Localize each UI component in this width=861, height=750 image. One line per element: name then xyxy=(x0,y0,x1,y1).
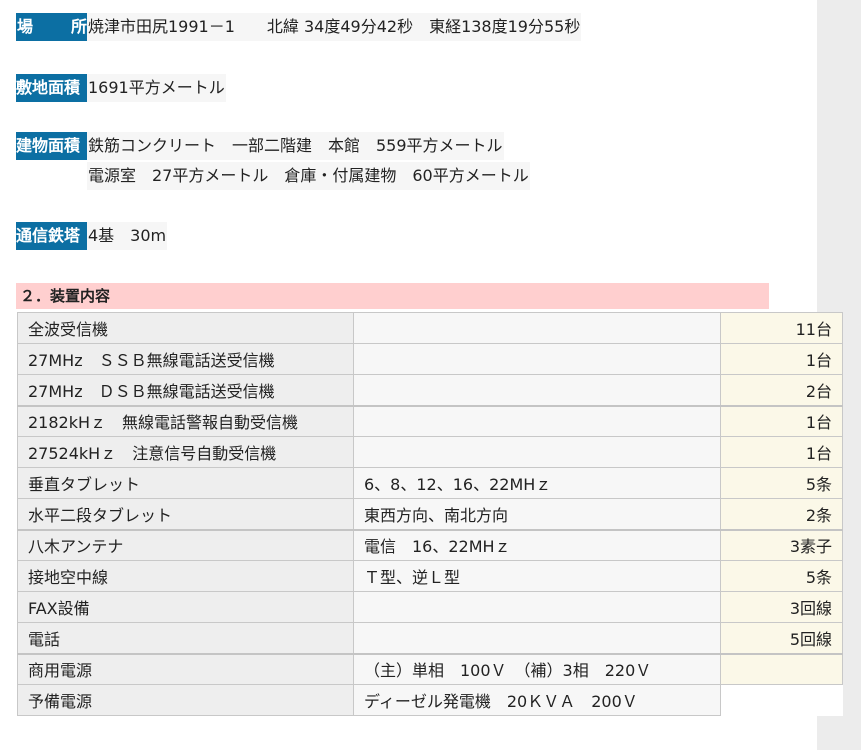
equipment-name-cell: 予備電源 xyxy=(17,684,354,716)
equipment-spec-cell xyxy=(353,343,721,375)
equipment-name-cell: 水平二段タブレット xyxy=(17,498,354,530)
location-label-char-2: 所 xyxy=(70,17,87,36)
equipment-name-cell: FAX設備 xyxy=(17,591,354,623)
equipment-qty-cell: 2台 xyxy=(720,374,843,406)
equipment-spec-cell xyxy=(353,312,721,344)
equipment-spec-cell: 電信 16、22MHｚ xyxy=(353,528,721,561)
location-label-char-1: 場 xyxy=(17,17,34,36)
table-row: 電話 5回線 xyxy=(17,622,843,654)
location-value: 焼津市田尻1991－1 北緯 34度49分42秒 東経138度19分55秒 xyxy=(87,13,582,41)
table-row: 2182kHｚ 無線電話警報自動受信機 1台 xyxy=(17,404,843,437)
equipment-name-cell: 27MHz ＤＳＢ無線電話送受信機 xyxy=(17,374,354,406)
equipment-spec-cell xyxy=(353,591,721,623)
equipment-spec-cell xyxy=(353,436,721,468)
table-row: 27524kHｚ 注意信号自動受信機 1台 xyxy=(17,436,843,468)
equipment-spec-cell xyxy=(353,404,721,437)
building-area-label: 建物面積 xyxy=(16,132,87,160)
equipment-qty-cell: 5条 xyxy=(720,560,843,592)
equipment-qty-cell xyxy=(720,684,843,716)
table-row: 垂直タブレット 6、8、12、16、22MHｚ 5条 xyxy=(17,467,843,499)
location-label: 場 所 xyxy=(16,13,87,41)
site-area-row: 敷地面積 1691平方メートル xyxy=(16,74,226,104)
equipment-qty-cell: 1台 xyxy=(720,404,843,437)
equipment-qty-cell: 3回線 xyxy=(720,591,843,623)
building-area-value-1: 鉄筋コンクリート 一部二階建 本館 559平方メートル xyxy=(87,132,504,160)
equipment-name-cell: 八木アンテナ xyxy=(17,528,354,561)
towers-row: 通信鉄塔 4基 30m xyxy=(16,222,168,252)
table-row: FAX設備 3回線 xyxy=(17,591,843,623)
equipment-spec-cell xyxy=(353,374,721,406)
equipment-qty-cell: 1台 xyxy=(720,436,843,468)
site-area-values: 1691平方メートル xyxy=(87,74,226,104)
equipment-spec-cell: ディーゼル発電機 20ＫＶＡ 200Ｖ xyxy=(353,684,721,716)
table-row: 予備電源 ディーゼル発電機 20ＫＶＡ 200Ｖ xyxy=(17,684,843,716)
equipment-qty-cell xyxy=(720,652,843,685)
equipment-spec-cell: 東西方向、南北方向 xyxy=(353,498,721,530)
site-area-label: 敷地面積 xyxy=(16,74,87,102)
equipment-qty-cell: 5条 xyxy=(720,467,843,499)
equipment-name-cell: 電話 xyxy=(17,622,354,654)
equipment-qty-cell: 11台 xyxy=(720,312,843,344)
equipment-spec-cell: 6、8、12、16、22MHｚ xyxy=(353,467,721,499)
equipment-name-cell: 全波受信機 xyxy=(17,312,354,344)
equipment-spec-cell: Ｔ型、逆Ｌ型 xyxy=(353,560,721,592)
equipment-name-cell: 27MHz ＳＳＢ無線電話送受信機 xyxy=(17,343,354,375)
equipment-spec-cell: （主）単相 100Ｖ （補）3相 220Ｖ xyxy=(353,652,721,685)
table-row: 商用電源 （主）単相 100Ｖ （補）3相 220Ｖ xyxy=(17,652,843,685)
equipment-name-cell: 垂直タブレット xyxy=(17,467,354,499)
equipment-qty-cell: 3素子 xyxy=(720,528,843,561)
equipment-name-cell: 接地空中線 xyxy=(17,560,354,592)
location-values: 焼津市田尻1991－1 北緯 34度49分42秒 東経138度19分55秒 xyxy=(87,13,582,43)
towers-values: 4基 30m xyxy=(87,222,168,252)
equipment-spec-cell xyxy=(353,622,721,654)
building-area-value-2: 電源室 27平方メートル 倉庫・付属建物 60平方メートル xyxy=(87,162,530,190)
equipment-name-cell: 2182kHｚ 無線電話警報自動受信機 xyxy=(17,404,354,437)
table-row: 八木アンテナ 電信 16、22MHｚ 3素子 xyxy=(17,528,843,561)
table-row: 27MHz ＳＳＢ無線電話送受信機 1台 xyxy=(17,343,843,375)
table-row: 接地空中線 Ｔ型、逆Ｌ型 5条 xyxy=(17,560,843,592)
site-area-value: 1691平方メートル xyxy=(87,74,226,102)
equipment-qty-cell: 1台 xyxy=(720,343,843,375)
table-row: 水平二段タブレット 東西方向、南北方向 2条 xyxy=(17,498,843,530)
equipment-section-heading: ２．装置内容 xyxy=(16,283,769,309)
towers-label: 通信鉄塔 xyxy=(16,222,87,250)
equipment-name-cell: 商用電源 xyxy=(17,652,354,685)
table-row: 27MHz ＤＳＢ無線電話送受信機 2台 xyxy=(17,374,843,406)
equipment-table: 全波受信機 11台 27MHz ＳＳＢ無線電話送受信機 1台 27MHz ＤＳＢ… xyxy=(17,312,843,716)
table-row: 全波受信機 11台 xyxy=(17,312,843,344)
equipment-qty-cell: 5回線 xyxy=(720,622,843,654)
towers-value: 4基 30m xyxy=(87,222,168,250)
location-row: 場 所 焼津市田尻1991－1 北緯 34度49分42秒 東経138度19分55… xyxy=(16,13,582,43)
building-area-row: 建物面積 鉄筋コンクリート 一部二階建 本館 559平方メートル 電源室 27平… xyxy=(16,132,530,192)
equipment-qty-cell: 2条 xyxy=(720,498,843,530)
building-area-values: 鉄筋コンクリート 一部二階建 本館 559平方メートル 電源室 27平方メートル… xyxy=(87,132,530,192)
equipment-name-cell: 27524kHｚ 注意信号自動受信機 xyxy=(17,436,354,468)
